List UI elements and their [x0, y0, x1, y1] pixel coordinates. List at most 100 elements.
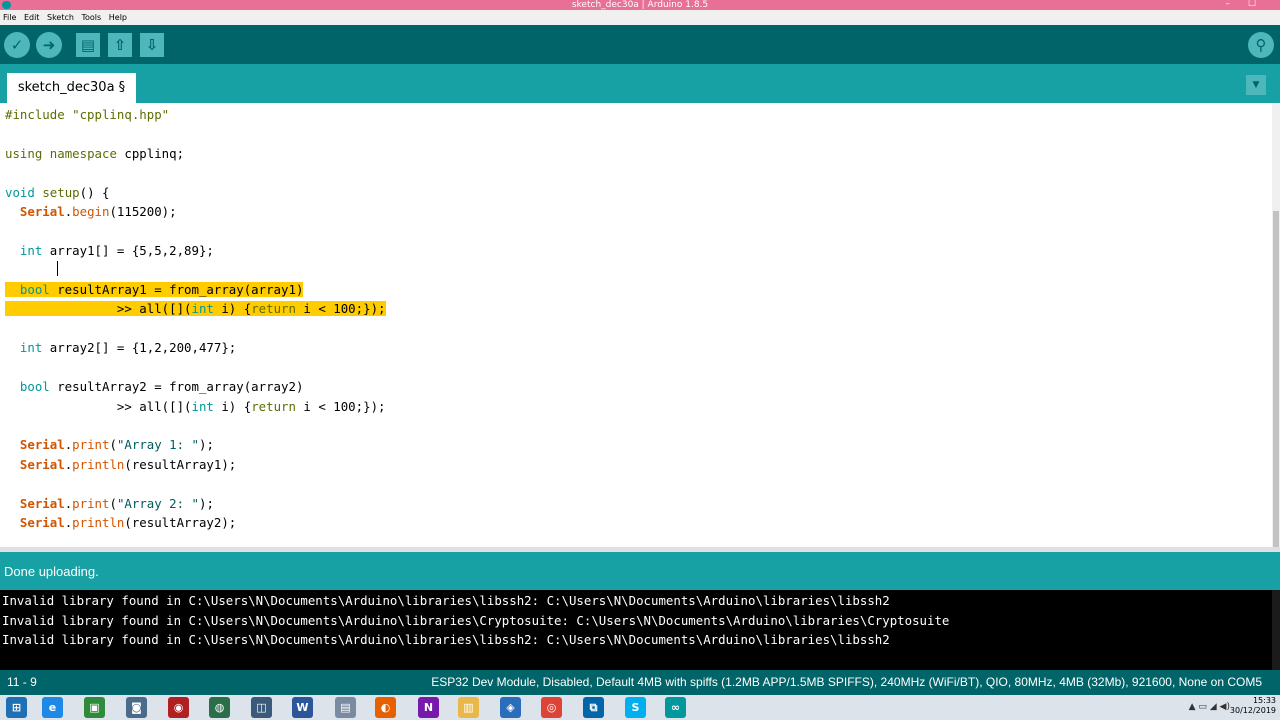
tab-sketch[interactable]: sketch_dec30a §: [7, 73, 136, 103]
code-line[interactable]: int array2[] = {1,2,200,477};: [5, 338, 386, 357]
console-output[interactable]: Invalid library found in C:\Users\N\Docu…: [0, 590, 1280, 670]
code-token: int: [191, 398, 214, 414]
code-token: print: [72, 495, 110, 511]
onenote-icon[interactable]: N: [418, 697, 439, 718]
console-line: Invalid library found in C:\Users\N\Docu…: [2, 632, 890, 647]
edge-icon[interactable]: e: [42, 697, 63, 718]
vscode-icon[interactable]: ⧉: [583, 697, 604, 718]
remote-icon[interactable]: ◙: [126, 697, 147, 718]
menu-sketch[interactable]: Sketch: [47, 13, 74, 22]
code-line[interactable]: void setup() {: [5, 183, 386, 202]
code-line[interactable]: [5, 416, 386, 435]
save-icon[interactable]: ⇩: [140, 33, 164, 57]
text-cursor: [57, 261, 58, 276]
minimize-icon[interactable]: –: [1226, 0, 1231, 9]
code-line[interactable]: [5, 261, 386, 280]
code-token: "Array 2: ": [116, 495, 199, 511]
console-scrollbar[interactable]: [1272, 590, 1280, 670]
code-line[interactable]: Serial.println(resultArray2);: [5, 513, 386, 532]
tray-icons[interactable]: ▲ ▭ ◢ ◀): [1189, 702, 1230, 712]
serial-monitor-icon[interactable]: ⚲: [1248, 32, 1274, 58]
code-line[interactable]: #include "cpplinq.hpp": [5, 105, 386, 124]
code-token: println: [72, 456, 125, 472]
firefox-icon[interactable]: ◐: [375, 697, 396, 718]
code-token: bool: [19, 281, 50, 297]
code-token: begin: [72, 204, 110, 220]
code-token: print: [72, 437, 110, 453]
tab-menu-icon[interactable]: ▼: [1246, 75, 1266, 95]
sourcetree-icon[interactable]: ◈: [500, 697, 521, 718]
code-line[interactable]: [5, 319, 386, 338]
menu-edit[interactable]: Edit: [24, 13, 40, 22]
code-token: (resultArray1);: [124, 456, 237, 472]
menu-file[interactable]: File: [3, 13, 16, 22]
editor-scrollbar[interactable]: [1272, 103, 1280, 641]
code-line[interactable]: using namespace cpplinq;: [5, 144, 386, 163]
menu-tools[interactable]: Tools: [81, 13, 101, 22]
tab-bar: sketch_dec30a § ▼: [0, 64, 1280, 103]
upload-icon[interactable]: ➜: [36, 32, 62, 58]
code-token: (115200);: [109, 204, 177, 220]
code-token: int: [19, 340, 43, 356]
maximize-icon[interactable]: ☐: [1248, 0, 1256, 9]
status-bar: Done uploading.: [0, 552, 1280, 590]
code-token: cpplinq;: [116, 145, 185, 161]
code-line[interactable]: [5, 124, 386, 143]
verify-icon[interactable]: ✓: [4, 32, 30, 58]
code-token: array1[] = {5,5,2,89};: [42, 243, 214, 259]
code-line[interactable]: Serial.begin(115200);: [5, 202, 386, 221]
app-green-icon[interactable]: ◍: [209, 697, 230, 718]
menu-help[interactable]: Help: [109, 13, 127, 22]
taskbar: ⊞ e ▣ ◙ ◉ ◍ ◫ W ▤ ◐ N ▥ ◈ ◎ ⧉ S ∞ ▲ ▭ ◢ ◀) 15:33 30/12/2…: [0, 695, 1280, 720]
code-line[interactable]: Serial.println(resultArray1);: [5, 455, 386, 474]
code-line[interactable]: [5, 358, 386, 377]
footer-bar: 11 - 9 ESP32 Dev Module, Disabled, Defau…: [0, 670, 1280, 695]
code-line[interactable]: >> all([](int i) {return i < 100;});: [5, 397, 386, 416]
chrome-icon[interactable]: ◎: [541, 697, 562, 718]
code-token: return: [251, 398, 296, 414]
network-icon[interactable]: ◫: [251, 697, 272, 718]
app-red-icon[interactable]: ◉: [168, 697, 189, 718]
code-line[interactable]: [5, 474, 386, 493]
code-token: using: [5, 145, 43, 161]
title-bar: sketch_dec30a | Arduino 1.8.5 – ☐: [0, 0, 1280, 10]
code-token: (resultArray2);: [124, 515, 237, 531]
files-icon[interactable]: ▤: [335, 697, 356, 718]
code-token: array2[] = {1,2,200,477};: [42, 340, 237, 356]
code-line[interactable]: int array1[] = {5,5,2,89};: [5, 241, 386, 260]
arduino-icon[interactable]: ∞: [665, 697, 686, 718]
toolbar: ✓ ➜ ▤ ⇧ ⇩ ⚲: [0, 25, 1280, 64]
new-icon[interactable]: ▤: [76, 33, 100, 57]
explorer-icon[interactable]: ▥: [458, 697, 479, 718]
code-area[interactable]: #include "cpplinq.hpp" using namespace c…: [5, 105, 386, 533]
console-lines: Invalid library found in C:\Users\N\Docu…: [2, 591, 949, 650]
code-editor[interactable]: #include "cpplinq.hpp" using namespace c…: [0, 103, 1280, 547]
code-line[interactable]: [5, 222, 386, 241]
code-token: () {: [79, 184, 110, 200]
code-token: println: [72, 515, 125, 531]
code-token: bool: [19, 379, 50, 395]
code-token: resultArray1 = from_array(array1): [49, 281, 304, 297]
code-line[interactable]: Serial.print("Array 2: ");: [5, 494, 386, 513]
code-token: );: [199, 495, 214, 511]
start-icon[interactable]: ⊞: [6, 697, 27, 718]
word-icon[interactable]: W: [292, 697, 313, 718]
code-token: i < 100;});: [295, 398, 386, 414]
store-icon[interactable]: ▣: [84, 697, 105, 718]
code-line[interactable]: >> all([](int i) {return i < 100;});: [5, 299, 386, 318]
code-line[interactable]: bool resultArray1 = from_array(array1): [5, 280, 386, 299]
code-line[interactable]: Serial.print("Array 1: ");: [5, 435, 386, 454]
code-line[interactable]: bool resultArray2 = from_array(array2): [5, 377, 386, 396]
code-token: int: [191, 301, 214, 317]
open-icon[interactable]: ⇧: [108, 33, 132, 57]
code-line[interactable]: [5, 163, 386, 182]
status-message: Done uploading.: [4, 564, 99, 579]
skype-icon[interactable]: S: [625, 697, 646, 718]
clock[interactable]: 15:33 30/12/2019: [1230, 696, 1276, 716]
